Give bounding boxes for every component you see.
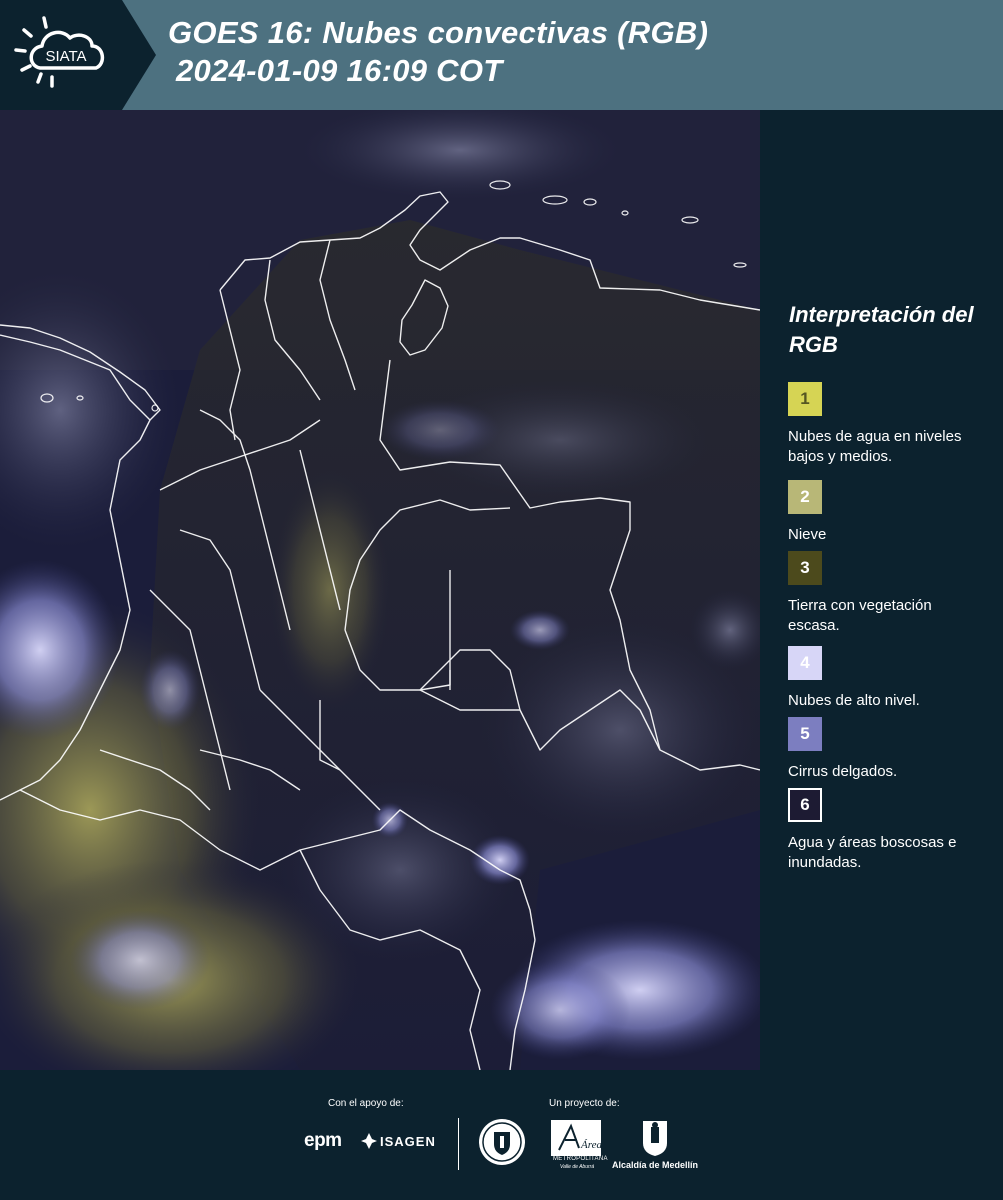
legend-item-1: 1 Nubes de agua en niveles bajos y medio…: [788, 382, 978, 467]
rgb-legend: Interpretación del RGB 1 Nubes de agua e…: [760, 110, 1003, 1070]
page-title: GOES 16: Nubes convectivas (RGB) 2024-01…: [168, 14, 708, 90]
project-label: Un proyecto de:: [549, 1098, 620, 1109]
legend-number-3: 3: [800, 558, 810, 577]
legend-label-6: Agua y áreas boscosas e inundadas.: [788, 834, 957, 871]
legend-swatch-4: 4: [788, 646, 822, 680]
amva-label: METROPOLITANA: [553, 1156, 608, 1162]
svg-text:SIATA: SIATA: [45, 48, 86, 65]
title-timestamp: 2024-01-09 16:09 COT: [176, 53, 503, 88]
legend-number-1: 1: [800, 389, 810, 408]
alcaldia-shield-icon[interactable]: [641, 1119, 669, 1157]
title-line-1: GOES 16: Nubes convectivas (RGB): [168, 15, 709, 50]
satellite-rgb-map-icon: [0, 110, 760, 1070]
epm-logo[interactable]: epm: [304, 1130, 342, 1152]
legend-swatch-2: 2: [788, 480, 822, 514]
medellin-seal-icon[interactable]: [478, 1118, 526, 1166]
legend-item-5: 5 Cirrus delgados.: [788, 717, 978, 782]
support-label: Con el apoyo de:: [328, 1098, 404, 1109]
legend-title: Interpretación del RGB: [789, 302, 974, 357]
legend-swatch-1: 1: [788, 382, 822, 416]
legend-label-1: Nubes de agua en niveles bajos y medios.: [788, 428, 962, 465]
svg-text:Área: Área: [580, 1139, 601, 1151]
amva-sublabel: Valle de Aburrá: [560, 1164, 595, 1170]
siata-logo[interactable]: SIATA: [0, 0, 158, 110]
isagen-logo-icon: [361, 1133, 377, 1149]
legend-number-2: 2: [800, 487, 810, 506]
siata-logo-icon: SIATA: [0, 0, 156, 110]
legend-swatch-5: 5: [788, 717, 822, 751]
legend-item-2: 2 Nieve: [788, 480, 978, 545]
legend-number-6: 6: [800, 795, 810, 814]
legend-swatch-6: 6: [788, 788, 822, 822]
isagen-logo[interactable]: ISAGEN: [380, 1134, 436, 1149]
satellite-map[interactable]: [0, 110, 760, 1070]
legend-item-3: 3 Tierra con vegetación escasa.: [788, 551, 978, 636]
legend-label-4: Nubes de alto nivel.: [788, 692, 920, 709]
legend-item-6: 6 Agua y áreas boscosas e inundadas.: [788, 788, 978, 873]
area-metropolitana-logo-icon[interactable]: Área: [551, 1120, 601, 1156]
legend-number-5: 5: [800, 724, 810, 743]
legend-label-3: Tierra con vegetación escasa.: [788, 597, 932, 634]
footer-sponsors: Con el apoyo de: Un proyecto de: epm ISA…: [0, 1070, 1003, 1200]
legend-swatch-3: 3: [788, 551, 822, 585]
legend-label-5: Cirrus delgados.: [788, 763, 898, 780]
alcaldia-label: Alcaldía de Medellín: [612, 1160, 699, 1170]
legend-number-4: 4: [800, 653, 810, 672]
legend-item-4: 4 Nubes de alto nivel.: [788, 646, 978, 711]
footer-divider: [458, 1118, 459, 1170]
legend-label-2: Nieve: [788, 526, 827, 543]
header-bar: SIATA GOES 16: Nubes convectivas (RGB) 2…: [0, 0, 1003, 110]
